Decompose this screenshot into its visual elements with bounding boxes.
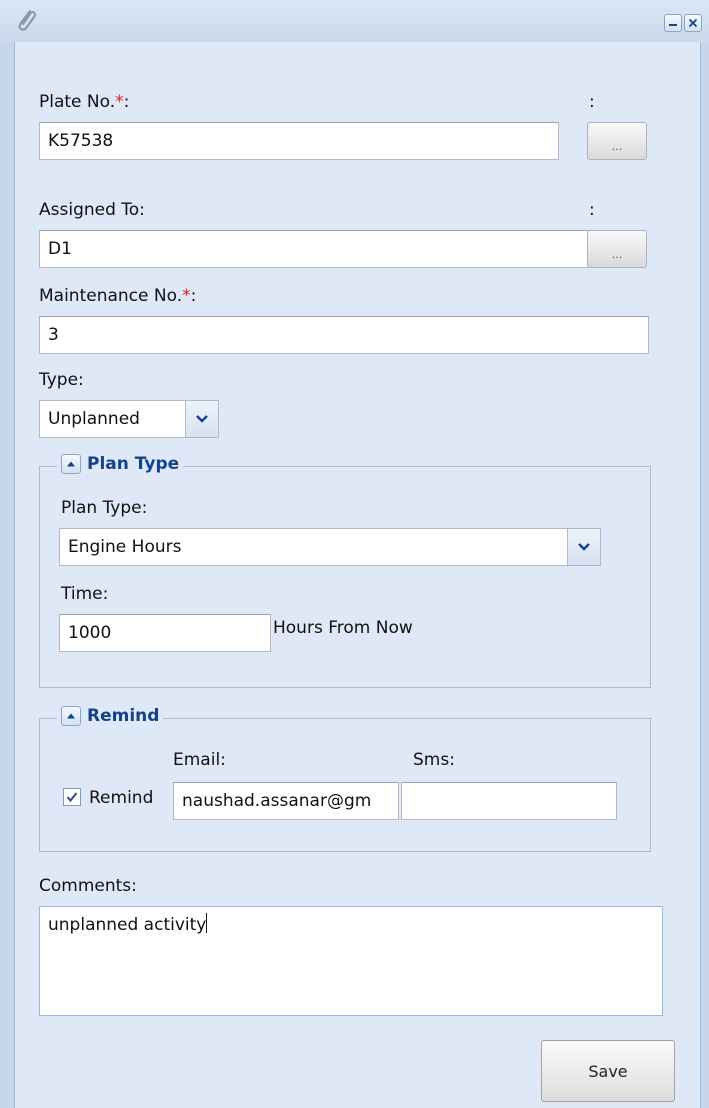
remind-label: Remind <box>89 788 154 808</box>
type-label: Type: <box>39 370 84 390</box>
plan-type-collapse-button[interactable] <box>61 454 81 474</box>
plan-type-select-trigger[interactable] <box>567 528 601 566</box>
time-input[interactable]: 1000 <box>59 614 271 652</box>
type-select[interactable]: Unplanned <box>39 400 219 438</box>
form-panel: Plate No.*: : K57538 ... Assigned To: : … <box>14 42 701 1108</box>
sms-label: Sms: <box>413 750 455 770</box>
plate-label: Plate No.*: <box>39 92 130 112</box>
type-select-value: Unplanned <box>39 400 185 438</box>
plate-side-colon: : <box>589 92 595 112</box>
remind-legend: Remind <box>57 706 164 726</box>
plan-type-legend-text: Plan Type <box>87 454 180 474</box>
maintenance-window: Plate No.*: : K57538 ... Assigned To: : … <box>0 0 709 1108</box>
text-caret <box>206 913 208 933</box>
required-mark: * <box>115 92 124 112</box>
save-button[interactable]: Save <box>541 1040 675 1102</box>
required-mark: * <box>182 286 191 306</box>
collapse-up-icon <box>67 713 75 719</box>
comments-textarea[interactable]: unplanned activity <box>39 906 663 1016</box>
plan-type-select-value: Engine Hours <box>59 528 567 566</box>
remind-legend-text: Remind <box>87 706 160 726</box>
time-unit-label: Hours From Now <box>273 618 413 638</box>
assigned-browse-button[interactable]: ... <box>587 230 647 268</box>
sms-input[interactable] <box>401 782 617 820</box>
paperclip-icon <box>18 10 36 31</box>
window-titlebar[interactable] <box>0 0 709 42</box>
chevron-down-icon <box>578 543 590 551</box>
plan-type-legend: Plan Type <box>57 454 184 474</box>
time-label: Time: <box>61 584 109 604</box>
remind-collapse-button[interactable] <box>61 706 81 726</box>
assigned-side-colon: : <box>589 200 595 220</box>
comments-text: unplanned activity <box>48 915 207 935</box>
remind-checkbox[interactable] <box>63 788 81 806</box>
close-button[interactable] <box>684 14 702 32</box>
email-input[interactable]: naushad.assanar@gm <box>173 782 399 820</box>
plate-input[interactable]: K57538 <box>39 122 559 160</box>
close-icon <box>688 18 698 28</box>
plan-type-label: Plan Type: <box>61 498 148 518</box>
minimize-icon <box>669 24 677 26</box>
assigned-label: Assigned To: <box>39 200 145 220</box>
maintenance-input[interactable]: 3 <box>39 316 649 354</box>
plan-type-select[interactable]: Engine Hours <box>59 528 601 566</box>
assigned-input[interactable]: D1 <box>39 230 589 268</box>
chevron-down-icon <box>196 415 208 423</box>
type-select-trigger[interactable] <box>185 400 219 438</box>
minimize-button[interactable] <box>664 14 682 32</box>
plate-browse-button[interactable]: ... <box>587 122 647 160</box>
email-label: Email: <box>173 750 226 770</box>
comments-label: Comments: <box>39 876 137 896</box>
checkmark-icon <box>66 792 78 803</box>
collapse-up-icon <box>67 461 75 467</box>
maintenance-label: Maintenance No.*: <box>39 286 197 306</box>
